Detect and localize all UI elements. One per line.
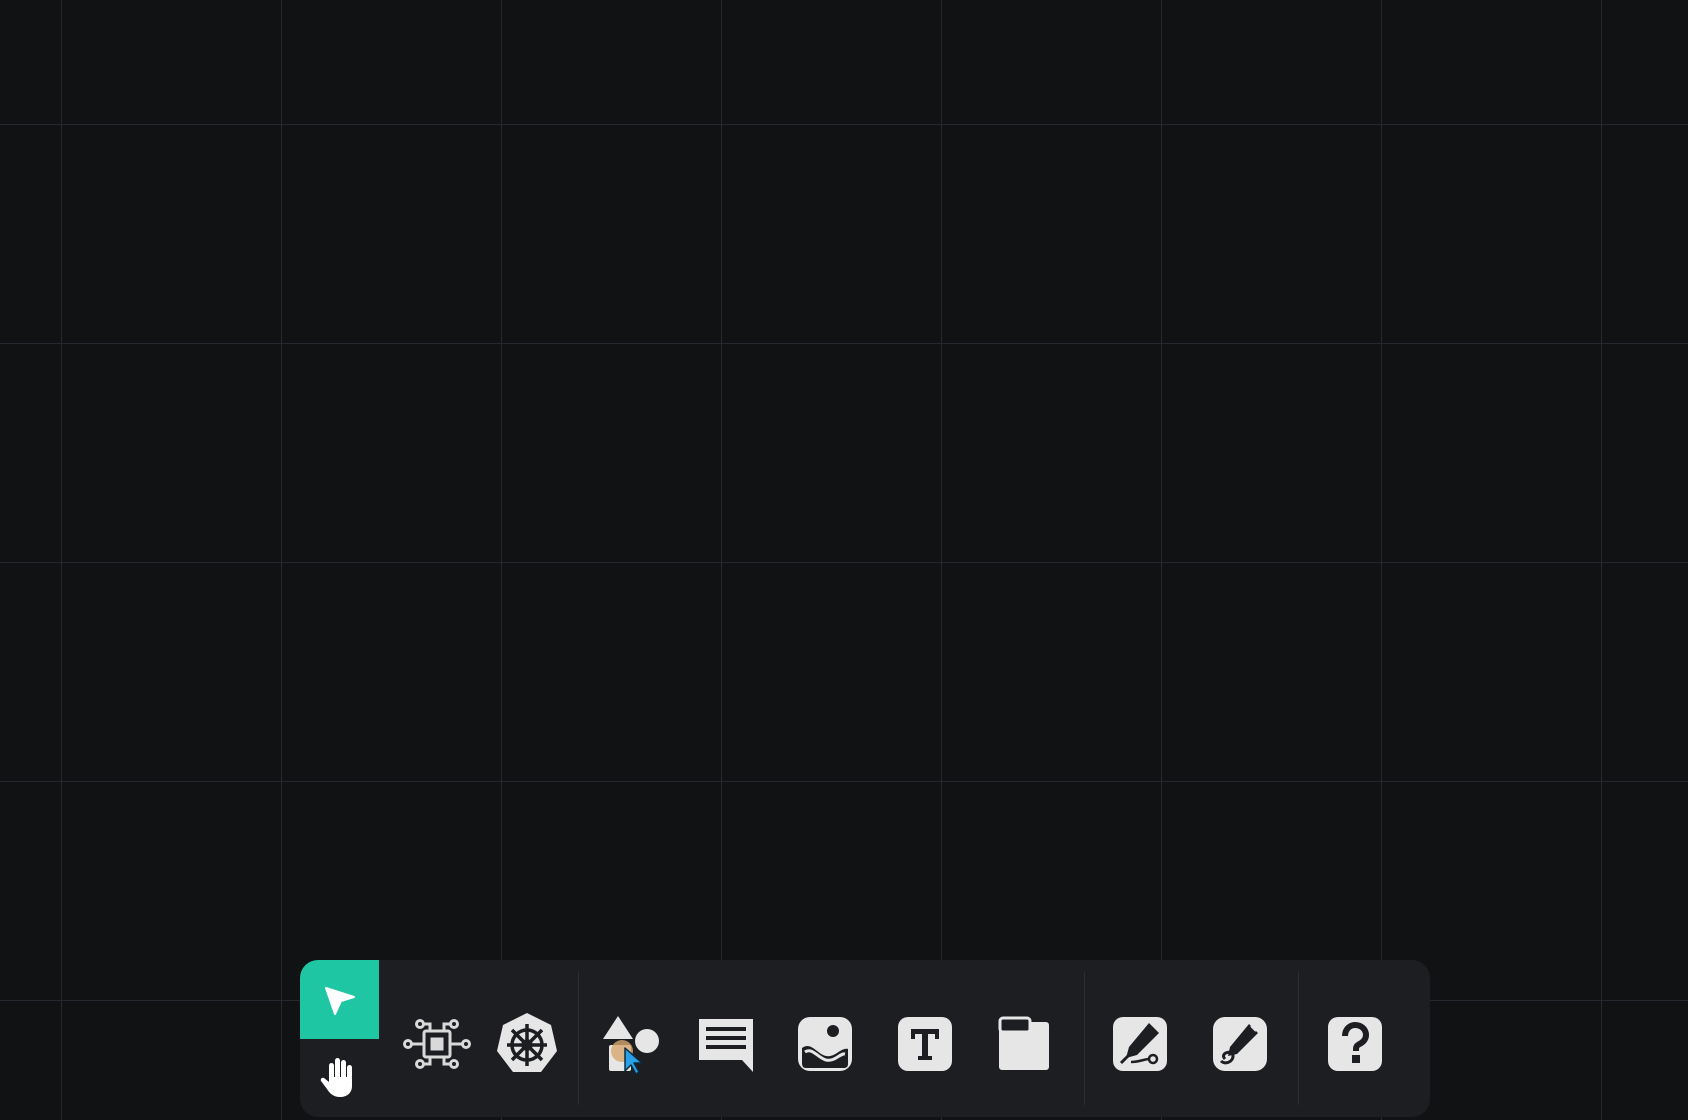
image-icon <box>798 1017 852 1071</box>
pencil-icon <box>1213 1017 1267 1071</box>
text-tool-button[interactable] <box>891 1010 959 1078</box>
helm-wheel-icon <box>497 1013 557 1072</box>
design-canvas[interactable] <box>0 0 1688 1120</box>
image-tool-button[interactable] <box>791 1010 859 1078</box>
shapes-tool-button[interactable] <box>598 1010 666 1078</box>
kubernetes-tool-button[interactable] <box>493 1010 561 1078</box>
hand-icon <box>320 1058 352 1097</box>
pen-tool-button[interactable] <box>1106 1010 1174 1078</box>
select-mode-button[interactable] <box>300 960 379 1039</box>
toolbar-divider <box>578 972 579 1105</box>
mode-switcher <box>300 960 379 1117</box>
toolbar-divider <box>1298 972 1299 1105</box>
text-icon <box>898 1017 952 1071</box>
section-tool-button[interactable] <box>991 1010 1059 1078</box>
toolbar-divider <box>1084 972 1085 1105</box>
shapes-icon <box>603 1016 659 1075</box>
comment-tool-button[interactable] <box>692 1010 760 1078</box>
pan-mode-button[interactable] <box>300 1039 379 1117</box>
pen-icon <box>1113 1017 1167 1071</box>
comment-icon <box>699 1019 753 1072</box>
cursor-arrow-icon <box>324 986 355 1015</box>
pencil-tool-button[interactable] <box>1206 1010 1274 1078</box>
frame-icon <box>998 1016 1049 1070</box>
help-button[interactable] <box>1321 1010 1389 1078</box>
help-icon <box>1328 1017 1382 1071</box>
chip-circuit-icon <box>403 1019 471 1069</box>
bottom-toolbar <box>300 960 1430 1117</box>
component-tool-button[interactable] <box>403 1010 471 1078</box>
